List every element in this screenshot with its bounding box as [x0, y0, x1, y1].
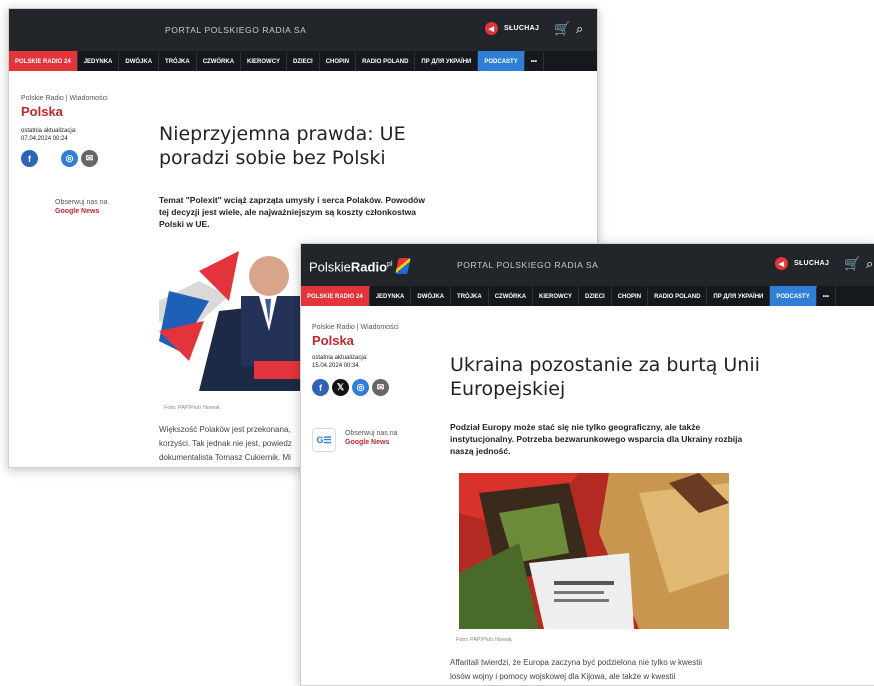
messenger-icon[interactable]: ◎ [352, 379, 369, 396]
update-date: 15.04.2024 00:34 [312, 363, 359, 369]
top-bar: PolskieRadiopl PORTAL POLSKIEGO RADIA SA… [301, 244, 874, 286]
mail-icon[interactable]: ✉ [81, 150, 98, 167]
nav-item[interactable]: DWÓJKA [119, 51, 160, 71]
nav-item[interactable]: KIEROWCY [533, 286, 580, 306]
article-window-front: PolskieRadiopl PORTAL POLSKIEGO RADIA SA… [300, 243, 874, 686]
nav-item[interactable]: ПР ДЛЯ УКРАЇНИ [415, 51, 479, 71]
photo-credit: Foto: PAP/Piotr Nowak [164, 405, 220, 411]
google-news-icon[interactable]: G☰ [312, 428, 336, 452]
body-line: korzyści. Tak jednak nie jest, powiedz [159, 439, 292, 448]
nav-item[interactable]: ••• [817, 286, 837, 306]
portal-link[interactable]: PORTAL POLSKIEGO RADIA SA [165, 9, 306, 51]
speaker-icon: ◀ [775, 257, 788, 270]
cart-icon[interactable]: 🛒 [554, 21, 570, 37]
nav-item[interactable]: PODCASTY [770, 286, 817, 306]
body-line: Affaritali twierdzi, że Europa zaczyna b… [450, 658, 702, 667]
speaker-icon: ◀ [485, 22, 498, 35]
portal-link[interactable]: PORTAL POLSKIEGO RADIA SA [457, 244, 598, 286]
flag-icon [394, 258, 411, 275]
nav-item[interactable]: ПР ДЛЯ УКРАЇНИ [707, 286, 771, 306]
logo-text-a: Polskie [309, 259, 351, 275]
nav-item[interactable]: CHOPIN [612, 286, 649, 306]
article-title: Ukraina pozostanie za burtą Unii Europej… [450, 354, 760, 400]
nav-item[interactable]: PODCASTY [478, 51, 525, 71]
update-info: ostatnia aktualizacja: 15.04.2024 00:34 [312, 354, 368, 370]
messenger-icon[interactable]: ◎ [61, 150, 78, 167]
nav-item[interactable]: RADIO POLAND [356, 51, 416, 71]
nav-item[interactable]: TRÓJKA [451, 286, 489, 306]
listen-button[interactable]: ◀ SŁUCHAJ [775, 257, 829, 270]
nav-item[interactable]: RADIO POLAND [648, 286, 708, 306]
google-news-label: Google News [55, 208, 100, 215]
breadcrumb[interactable]: Polskie Radio | Wiadomości [21, 95, 108, 102]
mail-icon[interactable]: ✉ [372, 379, 389, 396]
listen-label: SŁUCHAJ [504, 25, 540, 32]
logo-sup: pl [387, 261, 393, 268]
body-line: losów wojny i pomocy wojskowej dla Kijow… [450, 672, 676, 681]
station-nav: POLSKIE RADIO 24 JEDYNKA DWÓJKA TRÓJKA CZWÓR… [301, 286, 874, 306]
article-body: Affaritali twierdzi, że Europa zaczyna b… [450, 656, 870, 684]
update-info: ostatnia aktualizacja: 07.04.2024 00:24 [21, 127, 77, 143]
search-icon[interactable]: ⌕ [866, 256, 873, 272]
facebook-icon[interactable]: f [312, 379, 329, 396]
nav-item[interactable]: DWÓJKA [411, 286, 452, 306]
nav-item[interactable]: JEDYNKA [370, 286, 412, 306]
follow-label: Obserwuj nas na [345, 430, 398, 437]
update-date: 07.04.2024 00:24 [21, 136, 68, 142]
nav-item[interactable]: TRÓJKA [159, 51, 197, 71]
polskie-radio-logo[interactable]: PolskieRadiopl [309, 244, 411, 286]
nav-item[interactable]: CZWÓRKA [197, 51, 242, 71]
article-title: Nieprzyjemna prawda: UE poradzi sobie be… [159, 123, 406, 169]
photo-illustration [459, 473, 729, 629]
cart-icon[interactable]: 🛒 [844, 256, 860, 272]
google-news-link[interactable]: Obserwuj nas na Google News [55, 198, 108, 216]
google-news-label: Google News [345, 439, 390, 446]
nav-item[interactable]: POLSKIE RADIO 24 [9, 51, 78, 71]
photo-illustration [159, 241, 309, 391]
listen-button[interactable]: ◀ SŁUCHAJ [485, 22, 539, 35]
nav-item[interactable]: JEDYNKA [78, 51, 120, 71]
body-line: dokumentalista Tomasz Cukiernik. Mi [159, 453, 291, 462]
top-bar: PORTAL POLSKIEGO RADIA SA ◀ SŁUCHAJ 🛒 ⌕ [9, 9, 597, 51]
nav-item[interactable]: KIEROWCY [241, 51, 288, 71]
article-lead: Temat "Polexit" wciąż zaprząta umysły i … [159, 195, 425, 229]
section-title[interactable]: Polska [312, 333, 354, 348]
section-title[interactable]: Polska [21, 104, 63, 119]
logo-text-b: Radio [350, 259, 388, 275]
update-label: ostatnia aktualizacja: [21, 128, 77, 134]
search-icon[interactable]: ⌕ [576, 21, 583, 37]
follow-label: Obserwuj nas na [55, 199, 108, 206]
nav-item[interactable]: ••• [525, 51, 545, 71]
breadcrumb[interactable]: Polskie Radio | Wiadomości [312, 324, 399, 331]
listen-label: SŁUCHAJ [794, 260, 830, 267]
body-line: Większość Polaków jest przekonana, [159, 425, 291, 434]
facebook-icon[interactable]: f [21, 150, 38, 167]
nav-item[interactable]: CZWÓRKA [489, 286, 534, 306]
photo-credit: Foto: PAP/Piotr Nowak [456, 637, 512, 643]
article-photo [159, 241, 309, 391]
article-lead: Podział Europy może stać się nie tylko g… [450, 422, 743, 456]
update-label: ostatnia aktualizacja: [312, 355, 368, 361]
google-news-link[interactable]: Obserwuj nas na Google News [345, 429, 398, 447]
nav-item[interactable]: DZIECI [579, 286, 612, 306]
station-nav: POLSKIE RADIO 24 JEDYNKA DWÓJKA TRÓJKA CZWÓR… [9, 51, 597, 71]
nav-item[interactable]: CHOPIN [320, 51, 357, 71]
article-body: Większość Polaków jest przekonana, korzy… [159, 423, 309, 465]
nav-item[interactable]: DZIECI [287, 51, 320, 71]
x-icon[interactable]: 𝕏 [332, 379, 349, 396]
nav-item[interactable]: POLSKIE RADIO 24 [301, 286, 370, 306]
article-photo [459, 473, 729, 629]
